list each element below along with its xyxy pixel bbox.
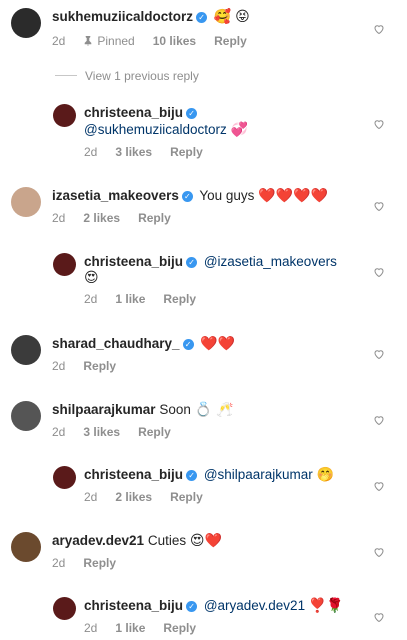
- comment-emoji: ❤️❤️: [200, 335, 236, 351]
- comment-line: shilpaarajkumar Soon 💍 🥂: [52, 401, 233, 418]
- timestamp: 2d: [52, 359, 66, 373]
- comment-emoji: 💞: [230, 121, 248, 137]
- comment-meta: 2d 1 like Reply: [84, 621, 214, 636]
- reply-button[interactable]: Reply: [214, 34, 247, 48]
- comment-text: You guys: [199, 188, 255, 203]
- timestamp: 2d: [52, 34, 66, 48]
- verified-badge-icon: ✓: [186, 257, 198, 268]
- avatar[interactable]: [11, 401, 41, 431]
- verified-badge-icon: ✓: [182, 339, 194, 350]
- comment-line: aryadev.dev21 Cuties 😍❤️: [52, 532, 222, 549]
- like-heart-icon[interactable]: [373, 479, 385, 492]
- likes-count[interactable]: 1 like: [115, 621, 145, 635]
- like-heart-icon[interactable]: [373, 347, 385, 360]
- avatar[interactable]: [53, 104, 76, 127]
- mention-link[interactable]: @aryadev.dev21: [204, 598, 305, 613]
- username[interactable]: sharad_chaudhary_: [52, 336, 180, 351]
- reply-button[interactable]: Reply: [83, 556, 116, 570]
- timestamp: 2d: [84, 490, 98, 504]
- comment-meta: 2d Pinned 10 likes Reply: [52, 34, 265, 49]
- divider: [55, 75, 77, 76]
- mention-link[interactable]: @izasetia_makeovers: [204, 254, 337, 269]
- view-previous-replies[interactable]: View 1 previous reply: [55, 69, 199, 83]
- timestamp: 2d: [52, 211, 66, 225]
- reply-button[interactable]: Reply: [83, 359, 116, 373]
- comment-emoji: ❤️❤️❤️❤️: [258, 187, 328, 203]
- comment-emoji: 🤭: [316, 466, 335, 482]
- like-heart-icon[interactable]: [373, 413, 385, 426]
- comment-meta: 2d 3 likes Reply: [84, 145, 221, 160]
- username[interactable]: christeena_biju: [84, 254, 183, 269]
- username[interactable]: christeena_biju: [84, 105, 183, 120]
- comment-emoji: 🥰 😝: [213, 8, 250, 24]
- reply-button[interactable]: Reply: [138, 211, 171, 225]
- likes-count[interactable]: 2 likes: [83, 211, 120, 225]
- comment-line-2: @sukhemuziicaldoctorz 💞: [84, 121, 248, 138]
- like-heart-icon[interactable]: [373, 22, 385, 35]
- verified-badge-icon: ✓: [181, 191, 193, 202]
- verified-badge-icon: ✓: [186, 470, 198, 481]
- verified-badge-icon: ✓: [186, 108, 198, 119]
- reply-button[interactable]: Reply: [170, 490, 203, 504]
- likes-count[interactable]: 3 likes: [115, 145, 152, 159]
- username[interactable]: christeena_biju: [84, 467, 183, 482]
- comment-line: christeena_biju ✓ @shilpaarajkumar 🤭: [84, 466, 334, 483]
- comment-meta: 2d 2 likes Reply: [84, 490, 221, 505]
- username[interactable]: christeena_biju: [84, 598, 183, 613]
- timestamp: 2d: [84, 292, 98, 306]
- comment-line-2: 😍: [84, 269, 99, 286]
- comment-emoji: 💍 🥂: [194, 401, 234, 417]
- comment-line: sukhemuziicaldoctorz ✓ 🥰 😝: [52, 8, 250, 25]
- timestamp: 2d: [52, 425, 66, 439]
- comment-emoji: ❣️🌹: [308, 597, 344, 613]
- comment-text: Cuties: [147, 533, 187, 548]
- like-heart-icon[interactable]: [373, 199, 385, 212]
- username[interactable]: izasetia_makeovers: [52, 188, 179, 203]
- reply-button[interactable]: Reply: [138, 425, 171, 439]
- likes-count[interactable]: 1 like: [115, 292, 145, 306]
- mention-link[interactable]: @shilpaarajkumar: [204, 467, 313, 482]
- avatar[interactable]: [11, 187, 41, 217]
- comment-text: Soon: [159, 402, 191, 417]
- avatar[interactable]: [11, 532, 41, 562]
- like-heart-icon[interactable]: [373, 265, 385, 278]
- reply-button[interactable]: Reply: [163, 292, 196, 306]
- mention-link[interactable]: @sukhemuziicaldoctorz: [84, 122, 227, 137]
- comment-meta: 2d 3 likes Reply: [52, 425, 189, 440]
- likes-count[interactable]: 10 likes: [153, 34, 196, 48]
- verified-badge-icon: ✓: [186, 601, 198, 612]
- reply-button[interactable]: Reply: [170, 145, 203, 159]
- reply-button[interactable]: Reply: [163, 621, 196, 635]
- username[interactable]: sukhemuziicaldoctorz: [52, 9, 193, 24]
- avatar[interactable]: [11, 8, 41, 38]
- comment-emoji: 😍❤️: [189, 532, 222, 548]
- pin-icon: [85, 36, 92, 46]
- avatar[interactable]: [53, 466, 76, 489]
- like-heart-icon[interactable]: [373, 117, 385, 130]
- avatar[interactable]: [53, 253, 76, 276]
- comment-line: christeena_biju ✓ @aryadev.dev21 ❣️🌹: [84, 597, 344, 614]
- verified-badge-icon: ✓: [196, 12, 208, 23]
- username[interactable]: aryadev.dev21: [52, 533, 144, 548]
- comment-line: sharad_chaudhary_ ✓ ❤️❤️: [52, 335, 235, 352]
- likes-count[interactable]: 2 likes: [115, 490, 152, 504]
- avatar[interactable]: [11, 335, 41, 365]
- timestamp: 2d: [84, 145, 98, 159]
- avatar[interactable]: [53, 597, 76, 620]
- timestamp: 2d: [52, 556, 66, 570]
- comment-meta: 2d Reply: [52, 556, 134, 571]
- comment-line: christeena_biju ✓: [84, 104, 200, 121]
- comment-line: izasetia_makeovers ✓ You guys ❤️❤️❤️❤️: [52, 187, 328, 204]
- comment-emoji: 😍: [84, 269, 99, 285]
- comment-meta: 2d Reply: [52, 359, 134, 374]
- timestamp: 2d: [84, 621, 98, 635]
- comment-meta: 2d 2 likes Reply: [52, 211, 189, 226]
- like-heart-icon[interactable]: [373, 610, 385, 623]
- like-heart-icon[interactable]: [373, 545, 385, 558]
- username[interactable]: shilpaarajkumar: [52, 402, 156, 417]
- comment-meta: 2d 1 like Reply: [84, 292, 214, 307]
- pinned-label: Pinned: [83, 34, 135, 48]
- comment-line: christeena_biju ✓ @izasetia_makeovers: [84, 253, 337, 270]
- likes-count[interactable]: 3 likes: [83, 425, 120, 439]
